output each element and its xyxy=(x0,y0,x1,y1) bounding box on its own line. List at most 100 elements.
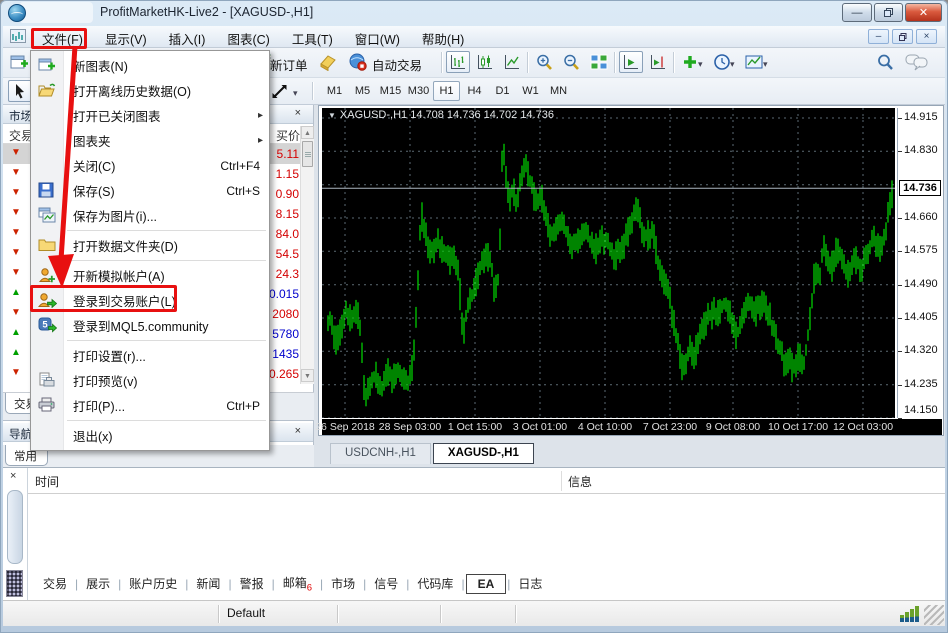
scrollbar-thumb[interactable] xyxy=(302,141,313,167)
timeframe-m15-button[interactable]: M15 xyxy=(377,81,404,101)
price-value: 8.15 xyxy=(276,207,299,221)
timeframe-bar: M1M5M15M30H1H4D1W1MN xyxy=(321,81,572,101)
templates-dropdown[interactable]: ▾ xyxy=(763,59,768,70)
menu-item-label: 打印预览(v) xyxy=(73,371,138,390)
terminal-tab-2[interactable]: 账户历史 xyxy=(122,572,184,595)
chart-collapse-icon[interactable]: ▼ xyxy=(328,111,336,120)
mdi-minimize-button[interactable]: – xyxy=(868,29,889,44)
terminal-tab-1[interactable]: 展示 xyxy=(79,572,117,595)
terminal-dock-handle[interactable] xyxy=(6,570,23,597)
scroll-up-icon[interactable]: ▲ xyxy=(301,126,314,139)
tile-windows-button[interactable] xyxy=(587,51,611,73)
timeframe-mn-button[interactable]: MN xyxy=(545,81,572,101)
line-chart-mode-button[interactable] xyxy=(500,51,524,73)
column-message[interactable]: 信息 xyxy=(568,473,592,490)
file-menu-item-12[interactable]: 打印预览(v) xyxy=(31,368,269,393)
scroll-down-icon[interactable]: ▼ xyxy=(301,369,314,382)
price-tick xyxy=(898,285,902,286)
column-time[interactable]: 时间 xyxy=(35,473,59,490)
chart-shift-button[interactable] xyxy=(646,51,670,73)
profile-label[interactable]: Default xyxy=(227,606,265,620)
new-chart-button[interactable] xyxy=(7,51,31,73)
annotation-arrow xyxy=(38,44,90,294)
terminal-tab-6[interactable]: 市场 xyxy=(324,572,362,595)
terminal-tab-7[interactable]: 信号 xyxy=(367,572,405,595)
zoom-out-button[interactable] xyxy=(559,51,583,73)
arrow-down-icon: ▼ xyxy=(11,187,21,198)
chart-shift-icon xyxy=(649,53,667,71)
resize-grip[interactable] xyxy=(924,605,944,625)
close-button[interactable]: ✕ xyxy=(905,3,942,22)
terminal-tab-0[interactable]: 交易 xyxy=(36,572,74,595)
zoom-in-button[interactable] xyxy=(532,51,556,73)
terminal-close-icon[interactable]: × xyxy=(10,470,16,482)
zoom-out-icon xyxy=(562,53,580,71)
terminal-tab-4[interactable]: 警报 xyxy=(233,572,271,595)
file-menu-item-11[interactable]: 打印设置(r)... xyxy=(31,343,269,368)
navigator-close-icon[interactable]: × xyxy=(295,425,301,437)
menu-item-label: 登录到MQL5.community xyxy=(73,316,208,335)
minimize-button[interactable]: — xyxy=(842,3,872,22)
mdi-restore-button[interactable] xyxy=(892,29,913,44)
menubar-item-5[interactable]: 窗口(W) xyxy=(344,26,411,48)
timeframe-w1-button[interactable]: W1 xyxy=(517,81,544,101)
menu-item-shortcut: Ctrl+S xyxy=(226,184,269,198)
arrow-down-icon: ▼ xyxy=(11,147,21,158)
timeframe-h1-button[interactable]: H1 xyxy=(433,81,460,101)
file-menu-item-14[interactable]: 退出(x) xyxy=(31,423,269,448)
menubar-item-3[interactable]: 图表(C) xyxy=(216,26,280,48)
auto-scroll-button[interactable] xyxy=(619,51,643,73)
mdi-close-button[interactable]: × xyxy=(916,29,937,44)
menubar-item-4[interactable]: 工具(T) xyxy=(281,26,344,48)
cursor-icon xyxy=(12,83,28,100)
menubar-item-1[interactable]: 显示(V) xyxy=(94,26,158,48)
menu-item-label: 打印设置(r)... xyxy=(73,346,146,365)
terminal-tab-8[interactable]: 代码库 xyxy=(410,572,460,595)
file-menu-item-13[interactable]: 打印(P)...Ctrl+P xyxy=(31,393,269,418)
new-order-button[interactable]: 新订单 xyxy=(270,55,308,74)
price-tick xyxy=(898,118,902,119)
market-watch-scrollbar[interactable]: ▲ ▼ xyxy=(300,126,314,384)
column-buy[interactable]: 买价 xyxy=(276,127,300,144)
chart-plot[interactable]: ▼XAGUSD-,H1 14.708 14.736 14.702 14.736 xyxy=(322,108,895,418)
candlestick-mode-button[interactable] xyxy=(473,51,497,73)
terminal-tab-3[interactable]: 新闻 xyxy=(189,572,227,595)
terminal-tab-5[interactable]: 邮箱6 xyxy=(276,571,319,596)
price-value: 54.5 xyxy=(276,247,299,261)
clock-icon xyxy=(713,53,731,71)
periods-dropdown[interactable]: ▾ xyxy=(730,59,735,70)
history-center-icon[interactable] xyxy=(316,51,340,73)
submenu-arrow-icon: ▸ xyxy=(258,110,263,121)
indicators-dropdown[interactable]: ▾ xyxy=(698,59,703,70)
file-menu-item-10[interactable]: 5登录到MQL5.community xyxy=(31,313,269,338)
bar-chart-mode-button[interactable] xyxy=(446,51,470,73)
price-value: 84.0 xyxy=(276,227,299,241)
indicators-plus-icon xyxy=(681,53,699,71)
chart-tab-usdcnhh1[interactable]: USDCNH-,H1 xyxy=(330,443,431,464)
timeframe-d1-button[interactable]: D1 xyxy=(489,81,516,101)
arrow-up-icon: ▲ xyxy=(11,287,21,298)
timeframe-m5-button[interactable]: M5 xyxy=(349,81,376,101)
timeframe-m30-button[interactable]: M30 xyxy=(405,81,432,101)
crosshair-button[interactable] xyxy=(267,80,291,102)
terminal-drag-strip[interactable] xyxy=(7,490,23,564)
menubar-item-6[interactable]: 帮助(H) xyxy=(411,26,475,48)
timeframe-m1-button[interactable]: M1 xyxy=(321,81,348,101)
price-tick xyxy=(898,218,902,219)
restore-button[interactable] xyxy=(874,3,903,22)
autotrade-button[interactable]: 自动交易 xyxy=(372,55,422,74)
price-label: 14.490 xyxy=(904,278,938,290)
market-watch-close-icon[interactable]: × xyxy=(295,107,301,119)
terminal-tab-9[interactable]: EA xyxy=(466,574,507,594)
menubar-item-2[interactable]: 插入(I) xyxy=(158,26,217,48)
chart-tab-xagusdh1[interactable]: XAGUSD-,H1 xyxy=(433,443,534,464)
chat-button[interactable] xyxy=(903,51,931,73)
arrow-down-icon: ▼ xyxy=(11,247,21,258)
cursor-button[interactable] xyxy=(8,80,32,102)
search-button[interactable] xyxy=(873,51,897,73)
candlestick-icon xyxy=(476,53,494,71)
timeframe-h4-button[interactable]: H4 xyxy=(461,81,488,101)
terminal-tab-10[interactable]: 日志 xyxy=(511,572,549,595)
crosshair-dropdown[interactable]: ▾ xyxy=(293,88,298,99)
restore-icon xyxy=(884,8,893,17)
